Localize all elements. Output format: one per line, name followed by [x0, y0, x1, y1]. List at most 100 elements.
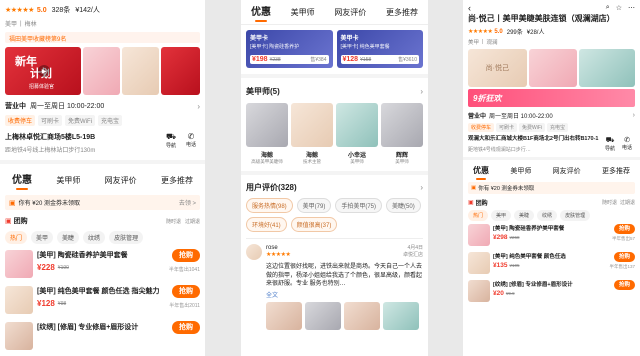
deals-icon: ▣: [468, 199, 474, 206]
navigate-button[interactable]: ⛟ 导航: [160, 132, 182, 149]
filter-skin[interactable]: 皮肤管理: [109, 231, 144, 244]
tab-deals[interactable]: 优惠: [12, 171, 32, 190]
navigate-button[interactable]: ⛟ 导航: [601, 136, 619, 152]
review-item[interactable]: rose 4月4日 ★★★★★ 卓悦汇店: [241, 239, 428, 260]
filter-skin[interactable]: 皮肤管理: [560, 209, 591, 221]
artist-card[interactable]: 海鲸 高级美甲美睫师: [246, 103, 288, 165]
search-icon[interactable]: ⌕: [606, 4, 610, 12]
address-block[interactable]: 观澜大和乐汇商城大楼B1F商场北2号门出右转B170-1 距地铁4号线观澜站口步…: [463, 132, 640, 152]
review-chip[interactable]: 颜值很高(37): [290, 217, 338, 232]
promo-banner[interactable]: 9折狂欢: [468, 89, 635, 108]
gallery-photo[interactable]: [122, 47, 160, 95]
card-title: 美甲卡: [340, 36, 359, 42]
back-icon[interactable]: ‹: [468, 3, 471, 13]
facility-tag: 充电宝: [547, 123, 569, 133]
review-photo[interactable]: [305, 302, 341, 331]
tab-deals[interactable]: 优惠: [251, 3, 271, 22]
gallery-photo[interactable]: [528, 48, 578, 87]
buy-button[interactable]: 抢购: [613, 279, 635, 290]
artist-card[interactable]: 海鲸 技术主管: [291, 103, 333, 165]
review-photo[interactable]: [383, 302, 419, 331]
review-chip[interactable]: 美睫(50): [386, 198, 421, 213]
review-photo[interactable]: [266, 302, 302, 331]
tab-reviews[interactable]: 网友评价: [553, 166, 581, 176]
deal-item[interactable]: [纹绣] [修眉] 专业修眉+眉形设计 ¥20 ¥9.9 抢购: [468, 277, 635, 305]
facility-tag: 免费WiFi: [519, 123, 546, 133]
deal-thumb: [468, 223, 490, 246]
call-label: 电话: [185, 142, 196, 148]
buy-button[interactable]: 抢购: [613, 251, 635, 262]
member-card[interactable]: 美甲卡 [美甲卡] 纯色美甲套餐 ¥128 ¥158 售¥3610: [336, 30, 423, 68]
filter-lashes[interactable]: 美睫: [514, 209, 535, 221]
deal-item[interactable]: [美甲] 陶瓷硅香养护美甲套餐 ¥298 ¥268 抢购 半年售出57: [468, 221, 635, 249]
filter-brows[interactable]: 纹绣: [537, 209, 558, 221]
photo-gallery[interactable]: 新年 计划 招募体验官 ▶: [5, 47, 200, 95]
buy-button[interactable]: 抢购: [613, 223, 635, 234]
coupon-bar[interactable]: ▣ 你有 ¥20 测金券未领取 去领 >: [5, 195, 200, 210]
tab-deals[interactable]: 优惠: [473, 165, 489, 180]
filter-hot[interactable]: 热门: [5, 231, 28, 244]
artist-card[interactable]: 小幸运 美甲师: [336, 103, 378, 165]
hero-video-image[interactable]: 新年 计划 招募体验官 ▶: [5, 47, 81, 95]
tab-artists[interactable]: 美甲师: [56, 175, 80, 186]
review-chip[interactable]: 美甲(79): [296, 198, 332, 213]
review-photo[interactable]: [344, 302, 380, 331]
gallery-photo[interactable]: [161, 47, 200, 95]
navigate-label: 导航: [165, 143, 176, 149]
coupon-action[interactable]: 去领 >: [179, 198, 196, 207]
artists-header[interactable]: 美甲师(5) ›: [241, 78, 428, 97]
review-count[interactable]: 328条: [52, 5, 71, 15]
deal-item[interactable]: [纹绣] [修眉] 专业修眉+眉形设计 抢购: [5, 318, 200, 354]
review-count[interactable]: 299条: [507, 27, 523, 36]
coupon-bar[interactable]: ▣ 你有 ¥20 测金券未领取: [468, 181, 635, 194]
filter-hot[interactable]: 热门: [468, 209, 489, 221]
tab-more[interactable]: 更多推荐: [602, 166, 630, 176]
gallery-photo[interactable]: [82, 47, 120, 95]
filter-lashes[interactable]: 美睫: [57, 231, 80, 244]
chevron-right-icon[interactable]: ›: [420, 183, 423, 192]
filter-brows[interactable]: 纹绣: [83, 231, 106, 244]
tab-artists[interactable]: 美甲师: [291, 7, 315, 18]
tab-reviews[interactable]: 网友评价: [334, 7, 366, 18]
facility-tag: 可刷卡: [496, 123, 518, 133]
artist-card[interactable]: 辉辉 美甲师: [381, 103, 423, 165]
reviews-title: 用户评价(328): [246, 183, 297, 192]
tab-more[interactable]: 更多推荐: [161, 175, 193, 186]
gallery-photo[interactable]: [579, 48, 635, 87]
deal-item[interactable]: [美甲] 陶瓷硅香养护美甲套餐 ¥228 ¥190 抢购 半年售出1041: [5, 246, 200, 282]
distance: 距地铁4号线上梅林站口步行130m: [5, 148, 96, 154]
deal-item[interactable]: [美甲] 纯色美甲套餐 颜色任选 指尖魅力 ¥128 ¥98 抢购 半年售出20…: [5, 282, 200, 318]
call-button[interactable]: ✆ 电话: [182, 132, 200, 148]
call-button[interactable]: ✆ 电话: [619, 136, 635, 151]
deal-item[interactable]: [美甲] 纯色美甲套餐 颜色任选 ¥135 ¥105 抢购 半年售出137: [468, 249, 635, 277]
play-icon[interactable]: ▶: [38, 65, 50, 77]
more-icon[interactable]: ⋯: [628, 4, 635, 12]
buy-button[interactable]: 抢购: [172, 249, 200, 262]
chevron-right-icon[interactable]: ›: [633, 112, 635, 119]
favorite-icon[interactable]: ☆: [616, 4, 622, 12]
avatar[interactable]: [246, 244, 262, 260]
buy-button[interactable]: 抢购: [172, 285, 200, 298]
review-chip[interactable]: 环境好(41): [246, 217, 287, 232]
tab-reviews[interactable]: 网友评价: [105, 175, 137, 186]
chevron-right-icon[interactable]: ›: [197, 102, 200, 111]
deal-thumb: [468, 251, 490, 274]
rank-banner[interactable]: 福田美甲收藏榜第9名: [5, 32, 200, 43]
photo-gallery[interactable]: 尚·悦己: [463, 46, 640, 87]
deal-thumb: [468, 279, 490, 302]
review-chip[interactable]: 服务热情(98): [246, 198, 293, 213]
artist-role: 美甲师: [350, 159, 364, 164]
tab-artists[interactable]: 美甲师: [510, 166, 531, 176]
address-block[interactable]: 上梅林卓悦汇商场5楼L5-19B 距地铁4号线上梅林站口步行130m ⛟ 导航 …: [0, 126, 205, 154]
reviews-header[interactable]: 用户评价(328) ›: [241, 175, 428, 193]
member-card[interactable]: 美甲卡 [美甲卡] 陶瓷硅香养护 ¥198 ¥238 售¥384: [246, 30, 333, 68]
buy-button[interactable]: 抢购: [172, 321, 200, 334]
review-expand-link[interactable]: 全文: [241, 289, 428, 299]
tab-more[interactable]: 更多推荐: [386, 7, 418, 18]
brand-image[interactable]: 尚·悦己: [468, 48, 527, 87]
filter-nails[interactable]: 美甲: [31, 231, 54, 244]
review-chip[interactable]: 手拍美甲(75): [335, 198, 383, 213]
filter-nails[interactable]: 美甲: [491, 209, 512, 221]
artist-name: 海鲸: [305, 153, 318, 159]
chevron-right-icon[interactable]: ›: [420, 87, 423, 96]
